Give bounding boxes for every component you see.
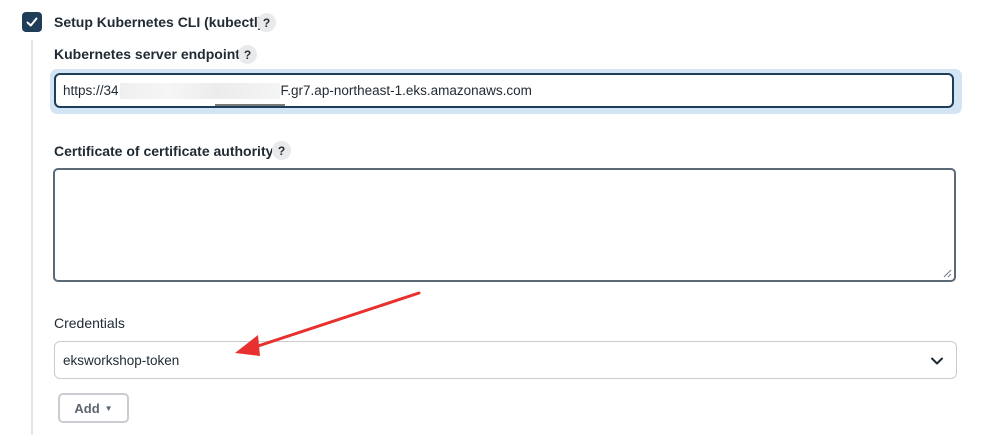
certificate-label: Certificate of certificate authority <box>54 143 274 159</box>
redaction-mark <box>215 104 285 106</box>
endpoint-value-prefix: https://34 <box>63 83 119 98</box>
credentials-select[interactable]: eksworkshop-token <box>54 341 957 379</box>
endpoint-value-suffix: F.gr7.ap-northeast-1.eks.amazonaws.com <box>280 83 532 98</box>
endpoint-input[interactable]: https://34 F.gr7.ap-northeast-1.eks.amazo… <box>54 73 954 108</box>
setup-kubectl-label: Setup Kubernetes CLI (kubectl) <box>54 14 263 30</box>
endpoint-label: Kubernetes server endpoint <box>54 46 240 62</box>
chevron-down-icon <box>931 357 943 365</box>
certificate-textarea[interactable] <box>53 168 956 282</box>
checkmark-icon <box>26 17 38 27</box>
credentials-selected-value: eksworkshop-token <box>63 352 180 368</box>
section-nesting-line <box>31 40 33 435</box>
add-credentials-button[interactable]: Add ▼ <box>58 393 129 423</box>
kubectl-config-panel: Setup Kubernetes CLI (kubectl) ? Kuberne… <box>0 0 993 435</box>
credentials-label: Credentials <box>54 315 125 331</box>
caret-down-icon: ▼ <box>104 403 113 413</box>
resize-grip-icon[interactable] <box>942 268 952 278</box>
endpoint-help-icon[interactable]: ? <box>238 45 257 64</box>
setup-kubectl-checkbox[interactable] <box>22 12 42 32</box>
certificate-help-icon[interactable]: ? <box>272 141 291 160</box>
add-button-label: Add <box>74 400 100 416</box>
redacted-region <box>119 82 280 99</box>
setup-kubectl-help-icon[interactable]: ? <box>257 13 276 32</box>
